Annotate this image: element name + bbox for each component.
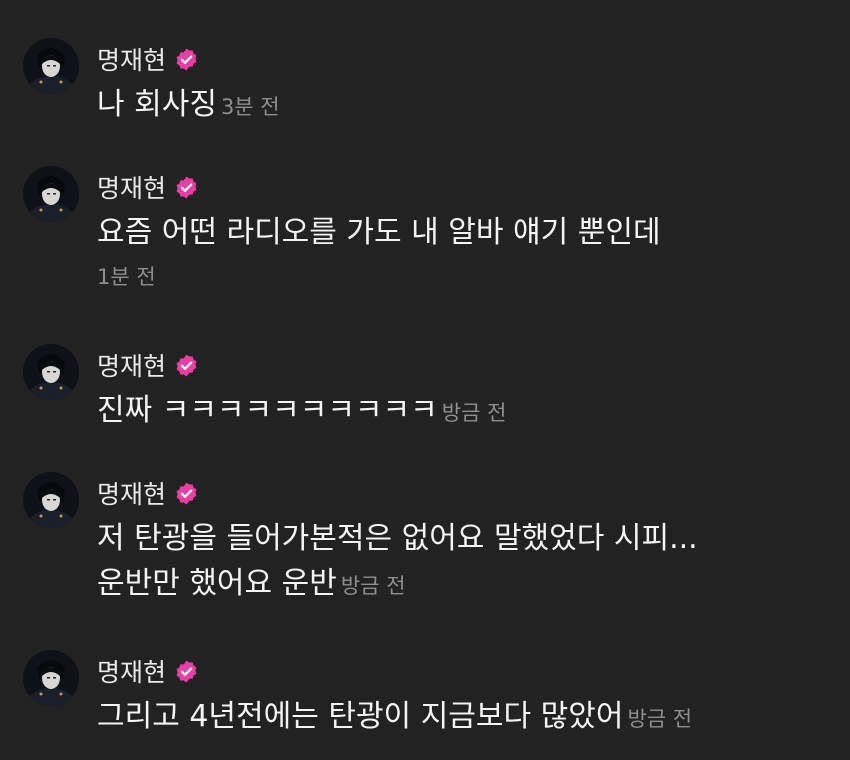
author-row: 명재현 [97,42,199,76]
avatar[interactable] [23,166,79,222]
message-body: 진짜 ㅋㅋㅋㅋㅋㅋㅋㅋㅋㅋ 방금 전 [97,388,832,436]
verified-check-icon [174,481,199,506]
author-row: 명재현 [97,170,199,204]
author-name[interactable]: 명재현 [97,41,166,77]
author-name[interactable]: 명재현 [97,653,166,689]
avatar[interactable] [23,38,79,94]
verified-check-icon [174,175,199,200]
avatar[interactable] [23,344,79,400]
avatar-image [23,344,79,400]
verified-check-icon [174,659,199,684]
message-time: 1분 전 [97,265,156,289]
message-time: 방금 전 [627,707,693,731]
message-body: 그리고 4년전에는 탄광이 지금보다 많았어 방금 전 [97,694,832,742]
message-time: 방금 전 [340,574,406,598]
message-body: 나 회사징 3분 전 [97,82,832,130]
avatar-image [23,472,79,528]
verified-check-icon [174,353,199,378]
message-time: 방금 전 [441,401,507,425]
author-row: 명재현 [97,476,199,510]
avatar[interactable] [23,650,79,706]
message-text: 나 회사징 [97,87,217,122]
author-row: 명재현 [97,348,199,382]
message-text: 진짜 ㅋㅋㅋㅋㅋㅋㅋㅋㅋㅋ [97,393,438,428]
message-text: 그리고 4년전에는 탄광이 지금보다 많았어 [97,699,624,734]
message-text: 요즘 어떤 라디오를 가도 내 알바 얘기 뿐인데 [97,215,661,250]
avatar-image [23,650,79,706]
message-time: 3분 전 [220,95,280,119]
author-name[interactable]: 명재현 [97,169,166,205]
avatar-image [23,166,79,222]
author-name[interactable]: 명재현 [97,347,166,383]
message-body: 저 탄광을 들어가본적은 없어요 말했었다 시피... 운반만 했어요 운반 방금… [97,516,832,609]
author-row: 명재현 [97,654,199,688]
verified-check-icon [174,47,199,72]
message-body: 요즘 어떤 라디오를 가도 내 알바 얘기 뿐인데 1분 전 [97,210,832,295]
message-text-line-2: 운반만 했어요 운반 [97,566,337,601]
avatar[interactable] [23,472,79,528]
avatar-image [23,38,79,94]
author-name[interactable]: 명재현 [97,475,166,511]
message-text-line-1: 저 탄광을 들어가본적은 없어요 말했었다 시피... [97,521,698,556]
